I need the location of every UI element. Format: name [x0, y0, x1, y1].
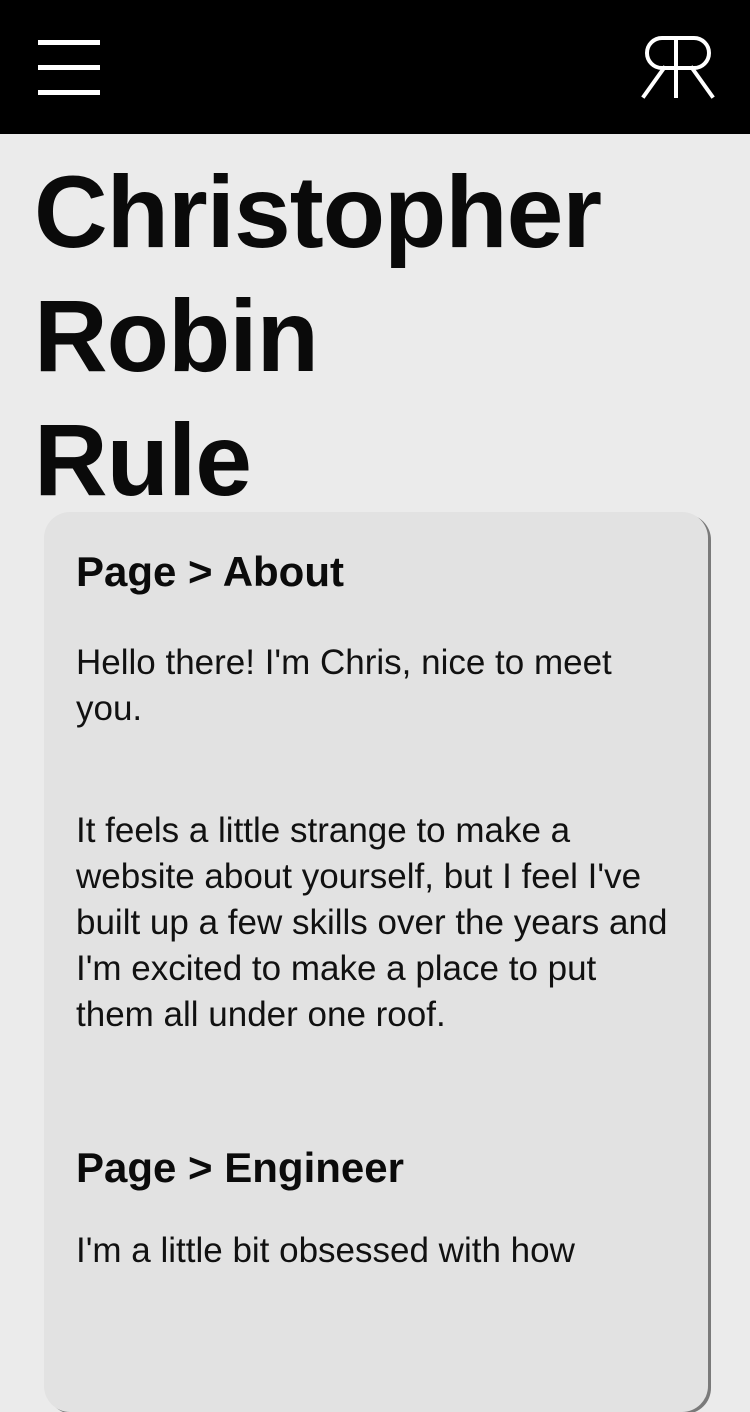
title-line-last: Rule [34, 403, 252, 517]
engineer-paragraph: I'm a little bit obsessed with how [76, 1231, 575, 1270]
rr-monogram-logo-icon[interactable] [640, 34, 716, 100]
hamburger-line [38, 40, 100, 45]
page-title: Christopher Robin Rule [34, 150, 602, 522]
hamburger-menu-icon[interactable] [38, 40, 100, 96]
engineer-heading: Page > Engineer [76, 1144, 404, 1191]
title-line-first: Christopher [34, 155, 602, 269]
top-nav-bar [0, 0, 750, 134]
content-card: Page > About Hello there! I'm Chris, nic… [44, 512, 708, 1412]
about-paragraph-body: It feels a little strange to make a webs… [76, 811, 668, 1034]
title-line-middle: Robin [34, 279, 319, 393]
hamburger-line [38, 90, 100, 95]
hamburger-line [38, 65, 100, 70]
about-paragraph-intro: Hello there! I'm Chris, nice to meet you… [76, 643, 612, 728]
about-heading: Page > About [76, 548, 344, 595]
